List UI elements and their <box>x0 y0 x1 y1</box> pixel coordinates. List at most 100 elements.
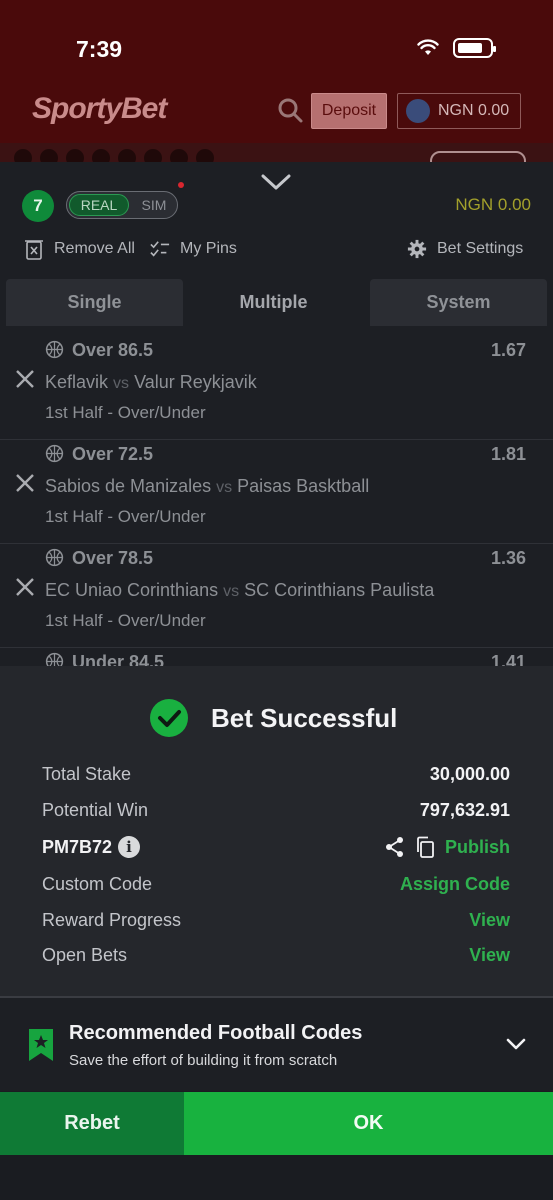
copy-icon[interactable] <box>415 836 435 858</box>
search-icon[interactable] <box>276 96 304 124</box>
potential-win-row: Potential Win 797,632.91 <box>42 800 510 826</box>
close-icon[interactable] <box>14 368 36 390</box>
total-stake-value: 30,000.00 <box>429 764 510 784</box>
player-thumb <box>92 149 110 162</box>
basketball-icon <box>45 652 64 666</box>
chevron-down-icon[interactable] <box>506 1038 526 1050</box>
share-icon[interactable] <box>385 836 405 858</box>
player-thumb <box>66 149 84 162</box>
selection-market: 1st Half - Over/Under <box>45 403 206 422</box>
away-team: Valur Reykjavik <box>134 372 257 392</box>
selection-count-badge: 7 <box>22 190 54 222</box>
total-stake-row: Total Stake 30,000.00 <box>42 764 510 790</box>
basketball-icon <box>45 340 64 359</box>
selection-odds: 1.81 <box>490 444 526 464</box>
custom-code-label: Custom Code <box>42 874 153 894</box>
total-stake-label: Total Stake <box>42 764 132 784</box>
close-icon[interactable] <box>14 472 36 494</box>
vs-separator: vs <box>216 479 233 496</box>
list-item: Over 72.5 1.81 Sabios de Manizales vs Pa… <box>0 440 553 544</box>
account-balance-button[interactable]: NGN 0.00 <box>397 93 521 129</box>
player-thumb <box>144 149 162 162</box>
home-team: EC Uniao Corinthians <box>45 580 219 600</box>
sim-mode-option[interactable]: SIM <box>133 194 175 216</box>
promo-pill <box>430 151 526 162</box>
open-bets-label: Open Bets <box>42 945 128 965</box>
promo-strip <box>0 143 553 162</box>
vs-separator: vs <box>223 583 240 600</box>
info-icon[interactable]: i <box>118 836 141 858</box>
remove-all-button[interactable]: Remove All <box>24 238 135 260</box>
selection-odds: 1.41 <box>490 652 526 666</box>
basketball-icon <box>45 444 64 463</box>
selection-pick: Over 78.5 <box>72 548 154 568</box>
close-icon[interactable] <box>14 576 36 598</box>
app-header: 7:39 SportyBet Deposit NGN 0.00 <box>0 0 553 162</box>
player-thumb <box>196 149 214 162</box>
custom-code-row: Custom Code Assign Code <box>42 874 510 900</box>
selection-pick: Under 84.5 <box>72 652 165 666</box>
list-item: Over 78.5 1.36 EC Uniao Corinthians vs S… <box>0 544 553 648</box>
bet-success-sheet: Bet Successful Total Stake 30,000.00 Pot… <box>0 666 553 998</box>
selection-market: 1st Half - Over/Under <box>45 507 206 526</box>
selection-market: 1st Half - Over/Under <box>45 611 206 630</box>
real-sim-toggle[interactable]: REAL SIM <box>66 191 178 219</box>
bet-type-tabs: Single Multiple System <box>6 279 547 326</box>
reward-progress-row: Reward Progress View <box>42 910 510 936</box>
recommended-codes-banner[interactable]: Recommended Football Codes Save the effo… <box>0 998 553 1091</box>
away-team: Paisas Basktball <box>237 476 370 496</box>
status-icons <box>417 38 496 58</box>
betslip-panel: 7 REAL SIM NGN 0.00 Remove All My Pins B… <box>0 162 553 666</box>
avatar <box>406 99 430 123</box>
list-item: Under 84.5 1.41 <box>0 648 553 666</box>
tab-system[interactable]: System <box>370 279 547 326</box>
brand-logo: SportyBet <box>32 92 167 125</box>
chevron-down-icon[interactable] <box>261 174 291 190</box>
booking-code: PM7B72 i <box>42 836 141 858</box>
recommended-title: Recommended Football Codes <box>69 1022 363 1044</box>
selection-odds: 1.36 <box>490 548 526 568</box>
ok-button[interactable]: OK <box>184 1092 553 1155</box>
selection-pick: Over 86.5 <box>72 340 154 360</box>
real-mode-option[interactable]: REAL <box>69 194 129 216</box>
rebet-button[interactable]: Rebet <box>0 1092 184 1155</box>
pin-list-icon <box>150 241 170 257</box>
deposit-button[interactable]: Deposit <box>311 93 387 129</box>
remove-all-label: Remove All <box>54 240 135 257</box>
bet-settings-button[interactable]: Bet Settings <box>407 238 523 260</box>
publish-button[interactable]: Publish <box>445 837 510 858</box>
check-circle-icon <box>150 699 188 737</box>
home-indicator-area <box>0 1155 553 1200</box>
reward-progress-label: Reward Progress <box>42 910 182 930</box>
home-team: Sabios de Manizales <box>45 476 212 496</box>
list-item: Over 86.5 1.67 Keflavik vs Valur Reykjav… <box>0 336 553 440</box>
betslip-actions: Remove All My Pins Bet Settings <box>24 238 532 262</box>
tab-single[interactable]: Single <box>6 279 183 326</box>
status-time: 7:39 <box>76 36 123 62</box>
recommended-subtitle: Save the effort of building it from scra… <box>69 1052 338 1069</box>
my-pins-button[interactable]: My Pins <box>150 238 237 260</box>
player-thumb <box>40 149 58 162</box>
booking-code-value[interactable]: PM7B72 <box>42 837 112 858</box>
player-thumb <box>118 149 136 162</box>
selection-match: Sabios de Manizales vs Paisas Basktball <box>45 476 369 497</box>
vs-separator: vs <box>113 375 130 392</box>
wifi-icon <box>417 39 439 55</box>
tab-multiple[interactable]: Multiple <box>185 279 362 326</box>
player-thumb <box>170 149 188 162</box>
selection-pick: Over 72.5 <box>72 444 154 464</box>
potential-win-value: 797,632.91 <box>419 800 510 820</box>
account-balance: NGN 0.00 <box>438 102 510 119</box>
battery-icon <box>453 38 496 58</box>
away-team: SC Corinthians Paulista <box>244 580 435 600</box>
potential-win-label: Potential Win <box>42 800 149 820</box>
reward-progress-view-button[interactable]: View <box>469 910 510 931</box>
selection-match: Keflavik vs Valur Reykjavik <box>45 372 257 393</box>
assign-code-button[interactable]: Assign Code <box>400 874 510 895</box>
bookmark-star-icon <box>29 1029 53 1061</box>
notification-dot <box>178 182 184 188</box>
selection-odds: 1.67 <box>490 340 526 360</box>
success-title: Bet Successful <box>211 703 398 733</box>
open-bets-view-button[interactable]: View <box>469 945 510 966</box>
bet-settings-label: Bet Settings <box>437 240 524 257</box>
